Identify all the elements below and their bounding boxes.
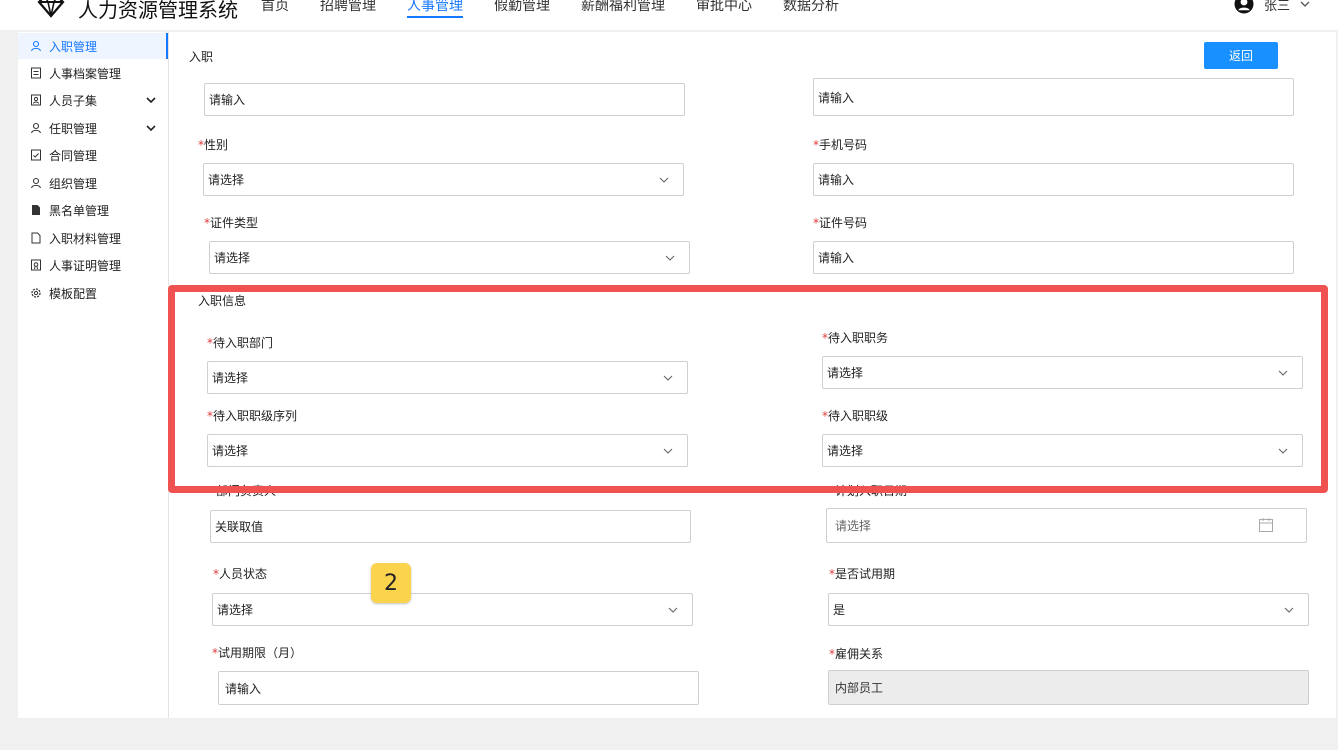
main-nav: 首页 招聘管理 人事管理 假勤管理 薪酬福利管理 审批中心 数据分析 [261,0,870,18]
chevron-down-icon [1278,370,1288,376]
sidebar-item-label: 入职材料管理 [49,231,122,246]
department-select[interactable]: 请选择 [207,361,688,394]
chevron-down-icon [146,125,156,132]
gender-label: *性别 [198,138,229,152]
dept-head-label: *部门负责人 [210,484,277,498]
probation-months-label: *试用期限（月） [212,646,303,660]
id-type-label: *证件类型 [204,216,259,230]
sidebar-item-label: 组织管理 [49,176,98,191]
rank-select[interactable]: 请选择 [822,434,1303,467]
sidebar-item-label: 黑名单管理 [49,203,110,218]
blacklist-file-icon [32,205,40,215]
top-right-input[interactable]: 请输入 [813,78,1294,116]
probation-label: *是否试用期 [829,567,896,581]
chevron-down-icon [659,177,669,183]
dept-head-input[interactable]: 关联取值 [210,510,691,543]
gender-select[interactable]: 请选择 [203,163,684,196]
position-select[interactable]: 请选择 [822,356,1303,389]
app-title: 人力资源管理系统 [78,0,238,22]
nav-leave[interactable]: 假勤管理 [494,0,550,15]
sidebar-item-label: 任职管理 [49,121,98,136]
rank-sequence-select[interactable]: 请选择 [207,434,688,467]
id-number-input[interactable]: 请输入 [813,241,1294,274]
contract-icon [31,149,41,161]
sidebar-item-label: 合同管理 [49,148,98,163]
sidebar-item-label: 人事证明管理 [49,258,122,273]
sidebar-item-blacklist[interactable]: 黑名单管理 [18,197,168,223]
top-left-input[interactable]: 请输入 [204,83,685,116]
diamond-logo-icon [37,0,65,18]
status-label: *人员状态 [213,567,268,581]
nav-payroll[interactable]: 薪酬福利管理 [581,0,665,15]
rank-label: *待入职职级 [822,409,889,423]
back-button[interactable]: 返回 [1204,42,1278,69]
sidebar-item-appointments[interactable]: 任职管理 [18,115,168,141]
sidebar-item-onboarding[interactable]: 入职管理 [18,33,168,59]
main-panel: 入职 返回 请输入 请输入 *性别 请选择 *手机号码 请输入 *证件类型 请选… [169,32,1336,718]
chevron-down-icon [663,448,673,454]
chevron-down-icon [1278,448,1288,454]
chevron-down-icon [1300,1,1310,7]
employment-label: *雇佣关系 [829,647,884,661]
phone-input[interactable]: 请输入 [813,163,1294,196]
user-icon [30,40,42,52]
status-select[interactable]: 请选择 [212,593,693,626]
sidebar-item-templates[interactable]: 模板配置 [18,280,168,306]
id-number-label: *证件号码 [813,216,868,230]
phone-label: *手机号码 [813,138,868,152]
nav-home[interactable]: 首页 [261,0,289,15]
user-menu[interactable]: 张三 [1234,0,1310,14]
sidebar-item-label: 人员子集 [49,93,98,108]
sidebar-item-label: 入职管理 [49,39,98,54]
nav-analytics[interactable]: 数据分析 [783,0,839,15]
sidebar-item-organization[interactable]: 组织管理 [18,170,168,196]
employment-input: 内部员工 [828,670,1309,705]
sidebar-item-materials[interactable]: 入职材料管理 [18,225,168,251]
entry-date-label: *计划入职日期 [829,484,908,498]
probation-select[interactable]: 是 [828,593,1309,626]
chevron-down-icon [668,607,678,613]
step-badge: 2 [371,563,411,603]
sidebar-item-personnel-files[interactable]: 人事档案管理 [18,60,168,86]
sidebar-item-label: 人事档案管理 [49,66,122,81]
section-title-onboarding-info: 入职信息 [198,294,247,308]
entry-date-picker[interactable]: 请选择 [826,508,1307,543]
person-card-icon [31,94,41,106]
top-bar: 人力资源管理系统 首页 招聘管理 人事管理 假勤管理 薪酬福利管理 审批中心 数… [0,0,1338,30]
probation-months-input[interactable]: 请输入 [218,671,699,705]
certificate-icon [31,259,41,271]
department-label: *待入职部门 [207,336,274,350]
page-title: 入职 [189,50,214,64]
chevron-down-icon [146,97,156,104]
calendar-icon [1259,518,1273,532]
document-icon [31,232,41,244]
nav-recruitment[interactable]: 招聘管理 [320,0,376,15]
chevron-down-icon [665,255,675,261]
file-list-icon [31,67,41,79]
nav-personnel[interactable]: 人事管理 [407,0,463,18]
gear-icon [31,288,41,298]
id-type-select[interactable]: 请选择 [209,241,690,274]
sidebar: 入职管理 人事档案管理 人员子集 任职管理 合同管理 组织管理 黑名单管理 入职… [18,32,169,718]
user-icon [30,177,42,189]
rank-sequence-label: *待入职职级序列 [207,409,298,423]
user-name: 张三 [1264,0,1291,14]
sidebar-item-label: 模板配置 [49,286,98,301]
user-avatar-icon [1234,0,1254,14]
sidebar-item-subsets[interactable]: 人员子集 [18,87,168,113]
user-icon [30,122,42,134]
chevron-down-icon [663,375,673,381]
position-label: *待入职职务 [822,331,889,345]
sidebar-item-contracts[interactable]: 合同管理 [18,142,168,168]
chevron-down-icon [1284,607,1294,613]
sidebar-item-certificates[interactable]: 人事证明管理 [18,252,168,278]
nav-approval[interactable]: 审批中心 [696,0,752,15]
